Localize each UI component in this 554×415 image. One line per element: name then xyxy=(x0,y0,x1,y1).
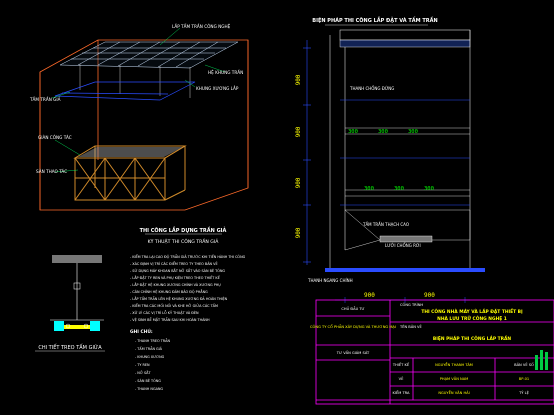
dim-s3: 300 xyxy=(408,129,418,135)
tb-role: THIẾT KẾ xyxy=(392,361,410,367)
iso-ceiling-view: LẮP TẤM TRẦN CÔNG NGHỆ HỆ KHUNG TRẦN KHU… xyxy=(29,24,249,245)
dim-s2: 300 xyxy=(378,129,388,135)
lower-panel xyxy=(54,81,196,101)
note-line: - CÂN CHỈNH HỆ KHUNG ĐẢM BẢO ĐỘ PHẲNG xyxy=(130,289,208,294)
legend-item: - THANH TREO TRẦN xyxy=(135,338,170,343)
label-clip: KHUNG XƯƠNG LẮP xyxy=(196,86,239,91)
label-frame: HỆ KHUNG TRẦN xyxy=(208,70,243,75)
legend-item: - TẤM TRẦN GIẢ xyxy=(135,346,163,351)
scaffold-deck xyxy=(78,147,183,157)
project-sub: NHÀ LƯU TRỮ CÔNG NGHỆ 1 xyxy=(437,314,507,322)
title-block: CHỦ ĐẦU TƯ CÔNG TY CỔ PHẦN XÂY DỰNG VÀ T… xyxy=(310,299,554,405)
dim-s5: 300 xyxy=(394,186,404,192)
note-line: - KIỂM TRA CÁC MỐI NỐI VÀ KHE HỞ GIỮA CÁ… xyxy=(130,303,218,308)
note-line: - VỆ SINH BỀ MẶT TRẦN SAU KHI HOÀN THÀNH xyxy=(130,317,210,322)
dim-b1: 900 xyxy=(364,292,375,299)
tag-net: LƯỚI CHỐNG RƠI xyxy=(385,243,421,248)
cad-drawing-canvas: LẮP TẤM TRẦN CÔNG NGHỆ HỆ KHUNG TRẦN KHU… xyxy=(29,15,554,405)
detail-slab xyxy=(52,255,102,263)
section-columns xyxy=(329,30,471,270)
span-dims-1: 300 300 300 300 300 300 xyxy=(348,129,434,192)
section-title: BIỆN PHÁP THI CÔNG LẮP ĐẶT VÀ TẤM TRẦN xyxy=(312,15,437,24)
label-platform: SÀN THAO TÁC xyxy=(36,169,67,174)
sheet-label: BẢN VẼ SỐ xyxy=(514,362,534,367)
dim-s4: 300 xyxy=(364,186,374,192)
drawing-title: BIỆN PHÁP THI CÔNG LẮP TRẦN xyxy=(433,333,512,342)
label-scaffold: GIÀN CÔNG TÁC xyxy=(38,135,72,140)
tb-name: NGUYỄN THANH TÂM xyxy=(435,362,473,367)
note-line: - XỬ LÝ CÁC VỊ TRÍ LỖ KỸ THUẬT VÀ ĐÈN xyxy=(130,310,199,315)
drawing-label: TÊN BẢN VẼ xyxy=(399,324,423,329)
scale-bars xyxy=(535,350,548,370)
dim-v2: 900 xyxy=(295,126,302,137)
consultant-label: TƯ VẤN GIÁM SÁT xyxy=(336,350,370,355)
legend-item: - KHUNG XƯƠNG xyxy=(135,355,165,359)
label-top-tray: LẮP TẤM TRẦN CÔNG NGHỆ xyxy=(172,24,231,29)
note-line: - LẮP ĐẶT TY REN VÀ PHỤ KIỆN TREO THEO T… xyxy=(130,274,221,280)
project-title: THI CÔNG NHÀ MÁY VÀ LẮP ĐẶT THIẾT BỊ xyxy=(421,307,523,315)
iso-subtitle: KỸ THUẬT THI CÔNG TRẦN GIẢ xyxy=(148,237,220,245)
legend-title: GHI CHÚ: xyxy=(130,328,153,335)
hanger-detail: CHI TIẾT TREO TẤM GIỮA xyxy=(35,255,105,352)
iso-title: THI CÔNG LẮP DỰNG TRẦN GIẢ xyxy=(140,225,227,234)
tag-board: TẤM TRẦN THẠCH CAO xyxy=(362,222,409,227)
note-line: - LẮP ĐẶT HỆ KHUNG XƯƠNG CHÍNH VÀ XƯƠNG … xyxy=(130,282,221,287)
scale-label: TỶ LỆ xyxy=(518,390,530,395)
note-line: - KIỂM TRA LẠI CAO ĐỘ TRẦN GIẢ TRƯỚC KHI… xyxy=(130,253,246,259)
section-view: BIỆN PHÁP THI CÔNG LẮP ĐẶT VÀ TẤM TRẦN 9… xyxy=(295,15,485,303)
tb-name: NGUYỄN VĂN HẢI xyxy=(438,390,469,395)
tb-role: KIỂM TRA xyxy=(393,390,410,395)
dim-v1: 900 xyxy=(295,74,302,85)
sheet-no: BP-01 xyxy=(519,377,529,381)
notes-block: - KIỂM TRA LẠI CAO ĐỘ TRẦN GIẢ TRƯỚC KHI… xyxy=(130,253,246,391)
legend-item: - TY REN xyxy=(135,363,150,367)
note-line: - SỬ DỤNG MÁY KHOAN BẮT NỞ SẮT VÀO SÀN B… xyxy=(130,268,225,273)
floor-slab xyxy=(325,268,485,272)
dim-v3: 900 xyxy=(295,177,302,188)
dim-v4: 900 xyxy=(295,227,302,238)
tag-beam: THANH NGANG CHÍNH xyxy=(307,278,353,283)
dim-s6: 300 xyxy=(424,186,434,192)
tb-role: VẼ xyxy=(399,376,404,381)
level-lines xyxy=(340,99,470,206)
legend-item: - NỞ SẮT xyxy=(135,370,151,375)
vertical-dim-line xyxy=(303,40,311,265)
beam xyxy=(339,39,471,48)
legend-item: - SÀN BÊ TÔNG xyxy=(135,378,161,383)
client-label: CHỦ ĐẦU TƯ xyxy=(341,306,364,311)
detail-caption: CHI TIẾT TREO TẤM GIỮA xyxy=(38,343,102,351)
dim-s1: 300 xyxy=(348,129,358,135)
note-line: - LẮP TẤM TRẦN LÊN HỆ KHUNG XƯƠNG ĐÃ HOÀ… xyxy=(130,296,228,301)
vertical-dims: 900 900 900 900 xyxy=(295,74,302,238)
note-line: - XÁC ĐỊNH VỊ TRÍ CÁC ĐIỂM TREO TY THEO … xyxy=(130,261,218,266)
top-slab xyxy=(339,29,471,41)
tag-stud: THANH CHỐNG ĐỨNG xyxy=(349,86,394,91)
tb-name: PHẠM VĂN NAM xyxy=(440,376,469,381)
company-name: CÔNG TY CỔ PHẦN XÂY DỰNG VÀ THƯƠNG MẠI xyxy=(310,324,396,329)
safety-net xyxy=(379,235,433,243)
project-label: CÔNG TRÌNH xyxy=(400,302,423,307)
dim-b2: 900 xyxy=(424,292,435,299)
legend-item: - THANH NGANG xyxy=(135,387,163,391)
label-ceiling-board: TẤM TRẦN GIẢ xyxy=(29,97,61,102)
